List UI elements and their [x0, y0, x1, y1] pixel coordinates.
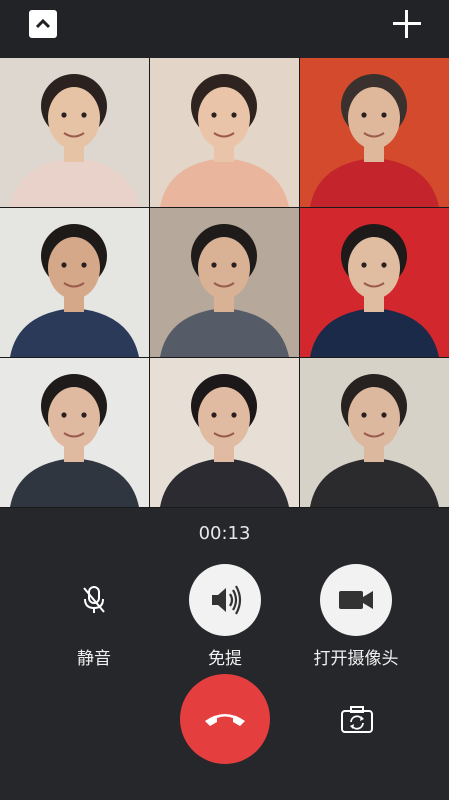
video-feed	[0, 358, 149, 507]
participant-eye	[81, 262, 87, 268]
participant-face	[198, 387, 250, 449]
participant-tile[interactable]	[0, 208, 149, 357]
participant-tile[interactable]	[0, 58, 149, 207]
participant-eye	[361, 262, 367, 268]
switch-camera-button[interactable]	[340, 704, 374, 734]
participant-eye	[211, 262, 217, 268]
participant-tile[interactable]	[150, 58, 299, 207]
video-feed	[0, 58, 149, 207]
participant-eye	[81, 412, 87, 418]
participant-eye	[61, 262, 67, 268]
participant-face	[348, 387, 400, 449]
participant-face	[48, 87, 100, 149]
video-feed	[150, 208, 299, 357]
speaker-icon	[212, 585, 242, 615]
phone-hangup-icon	[205, 714, 245, 726]
camera-switch-icon	[341, 706, 373, 733]
participant-eye	[231, 262, 237, 268]
collapse-button[interactable]	[29, 10, 57, 38]
call-timer: 00:13	[198, 523, 251, 544]
participant-eye	[381, 262, 387, 268]
microphone-off-icon	[83, 586, 105, 613]
participant-eye	[211, 112, 217, 118]
participant-eye	[361, 112, 367, 118]
participant-face	[48, 237, 100, 299]
participant-tile[interactable]	[150, 358, 299, 507]
participant-face	[348, 237, 400, 299]
camera-label: 打开摄像头	[313, 649, 399, 669]
hang-up-button[interactable]	[180, 674, 270, 764]
mute-label: 静音	[77, 649, 111, 669]
participant-eye	[231, 112, 237, 118]
participant-eye	[361, 412, 367, 418]
participant-tile[interactable]	[300, 58, 449, 207]
participant-tile[interactable]	[0, 358, 149, 507]
add-participant-button[interactable]	[393, 10, 421, 38]
participant-face	[198, 87, 250, 149]
participant-eye	[381, 412, 387, 418]
video-feed	[300, 358, 449, 507]
chevron-up-icon	[35, 18, 51, 29]
video-grid	[0, 58, 449, 508]
video-feed	[300, 58, 449, 207]
speaker-label: 免提	[208, 649, 242, 669]
participant-tile[interactable]	[150, 208, 299, 357]
camera-button[interactable]: 打开摄像头	[286, 564, 426, 669]
video-camera-icon	[339, 591, 373, 609]
participant-eye	[81, 112, 87, 118]
video-feed	[150, 58, 299, 207]
participant-tile[interactable]	[300, 208, 449, 357]
participant-eye	[231, 412, 237, 418]
participant-face	[198, 237, 250, 299]
participant-tile[interactable]	[300, 358, 449, 507]
participant-eye	[381, 112, 387, 118]
video-feed	[150, 358, 299, 507]
participant-face	[48, 387, 100, 449]
participant-eye	[61, 412, 67, 418]
mute-button[interactable]: 静音	[24, 564, 164, 669]
participant-eye	[211, 412, 217, 418]
video-feed	[300, 208, 449, 357]
participant-eye	[61, 112, 67, 118]
speaker-button[interactable]: 免提	[155, 564, 295, 669]
participant-face	[348, 87, 400, 149]
top-bar	[0, 0, 449, 58]
video-feed	[0, 208, 149, 357]
